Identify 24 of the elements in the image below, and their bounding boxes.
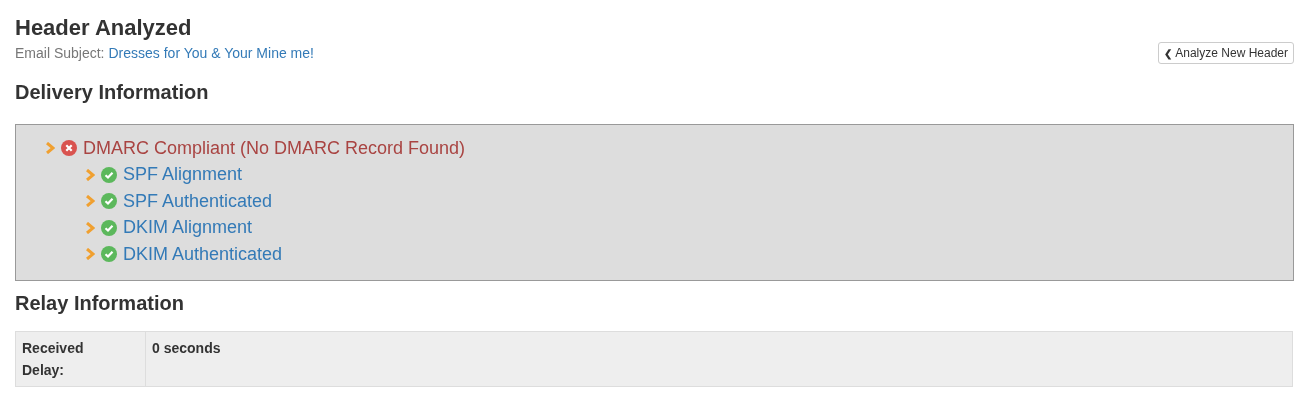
chevron-right-icon[interactable]	[46, 142, 55, 155]
subject-label: Email Subject:	[15, 44, 105, 63]
check-item-link[interactable]: DMARC Compliant (No DMARC Record Found)	[83, 134, 466, 162]
check-item-link[interactable]: DKIM Alignment	[123, 214, 253, 242]
page-title: Header Analyzed	[15, 14, 193, 42]
check-circle-icon	[101, 246, 117, 263]
check-item-link[interactable]: SPF Alignment	[123, 161, 243, 189]
chevron-right-icon[interactable]	[86, 195, 95, 208]
error-icon	[61, 140, 77, 157]
check-circle-icon	[101, 166, 117, 183]
check-item-link[interactable]: SPF Authenticated	[123, 187, 273, 215]
chevron-right-icon[interactable]	[86, 168, 95, 181]
table-cell: 0 seconds	[145, 331, 1293, 386]
chevron-right-icon[interactable]	[86, 248, 95, 261]
check-circle-icon	[101, 193, 117, 210]
chevron-right-icon[interactable]	[86, 221, 95, 234]
table-cell-text: Received Delay:	[22, 338, 85, 380]
analyze-new-header-button[interactable]: ❮ Analyze New Header	[1158, 42, 1294, 64]
check-item-link[interactable]: DKIM Authenticated	[123, 240, 283, 268]
check-circle-icon	[101, 219, 117, 236]
subject-text: Dresses for You & Your Mine me!	[108, 44, 314, 63]
chevron-left-icon: ❮	[1164, 45, 1173, 61]
section-heading: Relay Information	[15, 290, 185, 316]
section-heading: Delivery Information	[15, 80, 210, 105]
